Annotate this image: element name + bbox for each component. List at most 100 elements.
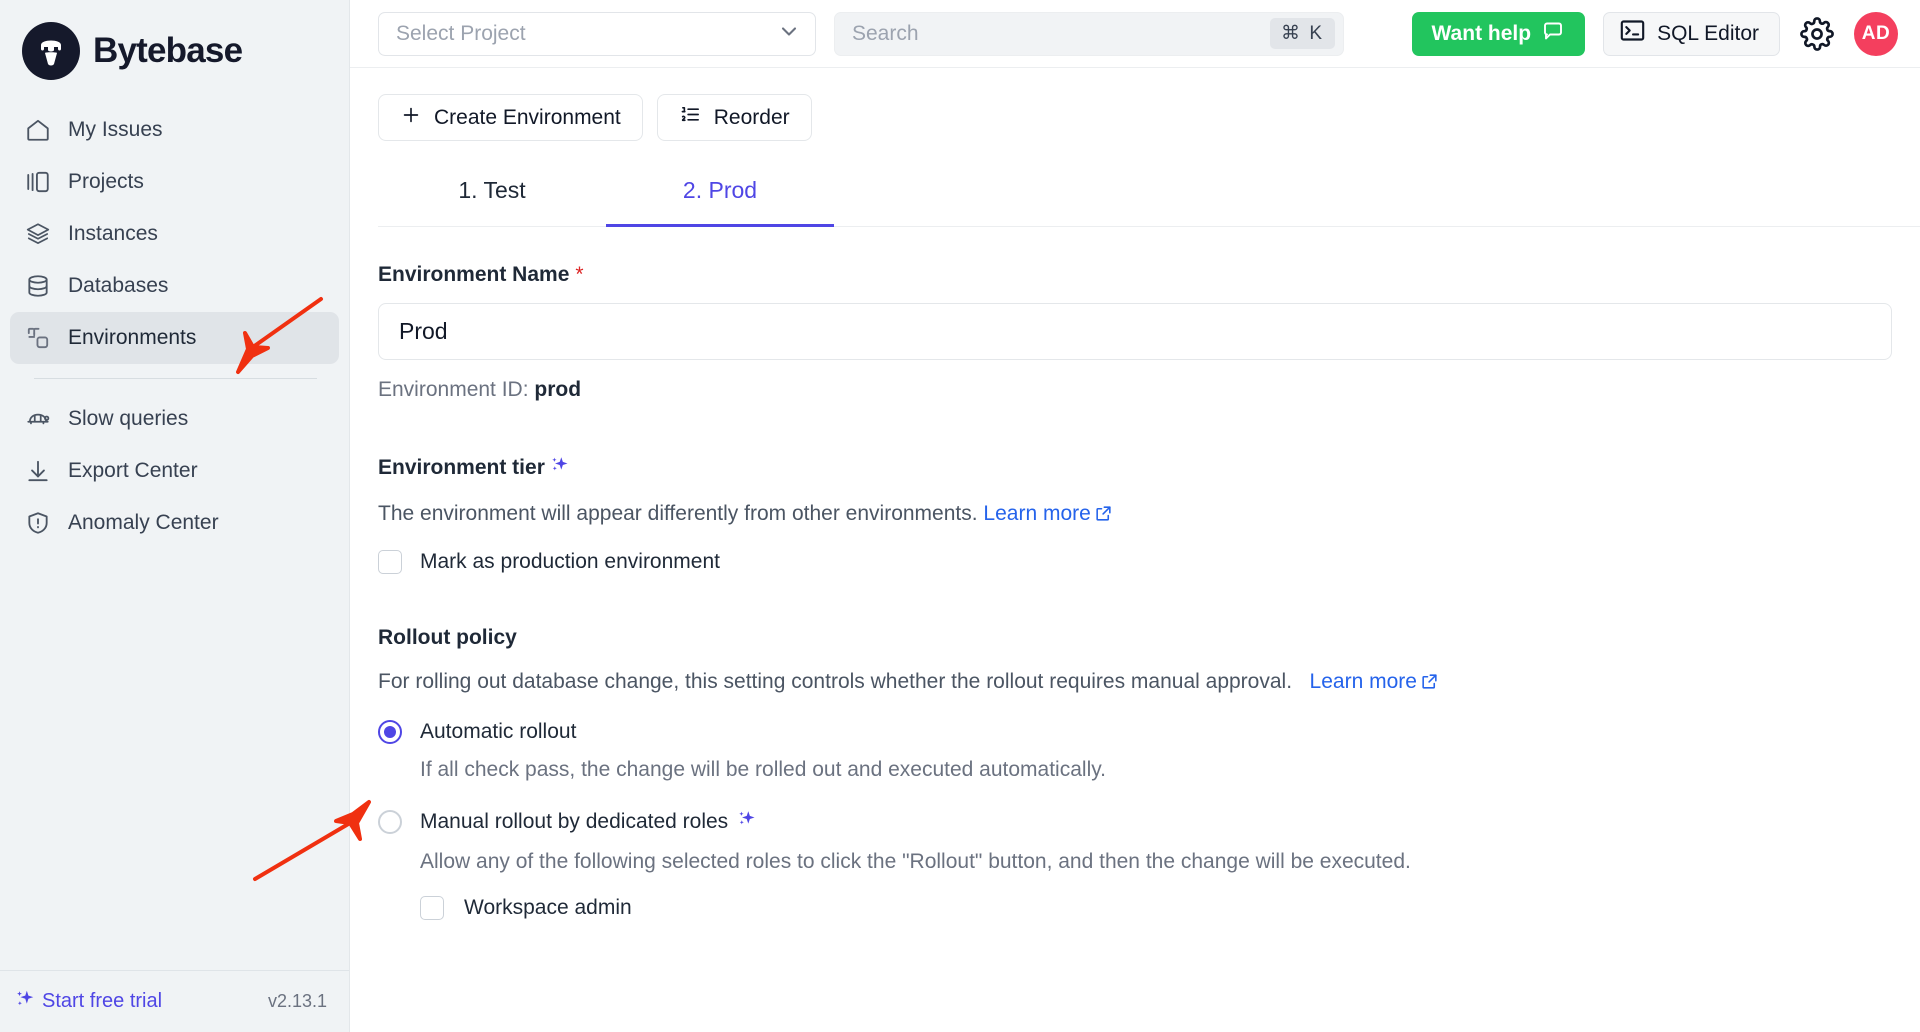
tab-prod[interactable]: 2. Prod	[606, 169, 834, 227]
environment-name-label-text: Environment Name	[378, 263, 570, 286]
sidebar-item-projects[interactable]: Projects	[10, 156, 339, 208]
search-shortcut-badge: ⌘ K	[1270, 18, 1335, 49]
project-select[interactable]: Select Project	[378, 11, 816, 56]
search-placeholder: Search	[852, 21, 919, 45]
role-row-workspace-admin: Workspace admin	[420, 896, 1892, 920]
sidebar-item-label: My Issues	[68, 118, 163, 141]
rollout-policy-section: Rollout policy For rolling out database …	[378, 626, 1892, 920]
sidebar-item-anomaly-center[interactable]: Anomaly Center	[10, 497, 339, 549]
tab-test[interactable]: 1. Test	[378, 169, 606, 227]
environment-id-note: Environment ID: prod	[378, 378, 1892, 402]
chat-bubble-icon	[1541, 19, 1565, 49]
mark-production-checkbox[interactable]	[378, 550, 402, 574]
radio-automatic-rollout[interactable]	[378, 720, 402, 744]
environment-id-prefix: Environment ID:	[378, 378, 535, 401]
sidebar-divider	[34, 378, 317, 379]
chevron-down-icon	[777, 19, 801, 48]
sidebar-item-label: Anomaly Center	[68, 511, 219, 534]
rollout-policy-learn-more-link[interactable]: Learn more	[1310, 670, 1439, 694]
manual-rollout-label[interactable]: Manual rollout by dedicated roles	[420, 808, 757, 836]
automatic-rollout-help: If all check pass, the change will be ro…	[420, 758, 1107, 781]
required-marker: *	[575, 263, 584, 286]
workspace-admin-checkbox[interactable]	[420, 896, 444, 920]
learn-more-label: Learn more	[983, 502, 1091, 525]
version-label: v2.13.1	[267, 991, 327, 1011]
gear-icon[interactable]	[1798, 15, 1836, 53]
sidebar-footer: Start free trial v2.13.1	[0, 970, 349, 1032]
reorder-button[interactable]: Reorder	[656, 94, 812, 141]
rollout-policy-description: For rolling out database change, this se…	[378, 670, 1892, 694]
sparkles-icon	[735, 808, 757, 836]
want-help-label: Want help	[1431, 21, 1532, 45]
layers-icon	[24, 220, 52, 248]
page-toolbar: Create Environment Reorder	[350, 68, 1920, 141]
topbar: Select Project Search ⌘ K Want help SQL …	[350, 0, 1920, 68]
brand[interactable]: Bytebase	[0, 0, 349, 98]
environment-tabs: 1. Test 2. Prod	[378, 169, 1920, 227]
reorder-label: Reorder	[713, 105, 790, 129]
avatar-initials: AD	[1861, 22, 1891, 44]
sidebar-item-export-center[interactable]: Export Center	[10, 445, 339, 497]
plus-icon	[400, 104, 422, 132]
environments-icon	[24, 324, 52, 352]
workspace-admin-label[interactable]: Workspace admin	[464, 896, 632, 920]
automatic-rollout-label[interactable]: Automatic rollout	[420, 720, 576, 744]
manual-rollout-row: Manual rollout by dedicated roles	[378, 808, 1892, 836]
external-link-icon	[1094, 504, 1113, 525]
sidebar: Bytebase My Issues Projects Instances Da…	[0, 0, 350, 1032]
environment-name-input[interactable]	[378, 303, 1892, 360]
rollout-policy-description-text: For rolling out database change, this se…	[378, 670, 1293, 693]
sparkles-icon	[14, 988, 36, 1016]
sql-editor-button[interactable]: SQL Editor	[1603, 11, 1780, 56]
environment-tier-description: The environment will appear differently …	[378, 502, 1892, 526]
radio-manual-rollout[interactable]	[378, 810, 402, 834]
learn-more-label: Learn more	[1309, 670, 1417, 693]
environment-tier-label-text: Environment tier	[378, 456, 545, 479]
sidebar-item-instances[interactable]: Instances	[10, 208, 339, 260]
external-link-icon	[1420, 672, 1439, 693]
manual-rollout-label-text: Manual rollout by dedicated roles	[420, 810, 729, 833]
turtle-icon	[24, 405, 52, 433]
start-free-trial-button[interactable]: Start free trial	[14, 988, 162, 1016]
sidebar-nav: My Issues Projects Instances Databases E…	[0, 98, 349, 549]
home-icon	[24, 116, 52, 144]
sidebar-item-label: Export Center	[68, 459, 198, 482]
rollout-policy-label: Rollout policy	[378, 626, 517, 649]
sidebar-item-slow-queries[interactable]: Slow queries	[10, 393, 339, 445]
projects-icon	[24, 168, 52, 196]
environment-tier-description-text: The environment will appear differently …	[378, 502, 978, 525]
sidebar-item-environments[interactable]: Environments	[10, 312, 339, 364]
create-environment-button[interactable]: Create Environment	[378, 94, 643, 141]
topbar-right-group: Want help SQL Editor AD	[1411, 11, 1898, 56]
main-area: Select Project Search ⌘ K Want help SQL …	[350, 0, 1920, 1032]
shield-icon	[24, 509, 52, 537]
sidebar-item-my-issues[interactable]: My Issues	[10, 104, 339, 156]
create-environment-label: Create Environment	[434, 105, 621, 129]
sparkles-icon	[548, 454, 570, 482]
automatic-rollout-row: Automatic rollout	[378, 720, 1892, 744]
sql-editor-label: SQL Editor	[1657, 21, 1759, 45]
sidebar-item-label: Environments	[68, 326, 197, 349]
project-select-placeholder: Select Project	[396, 21, 526, 45]
environment-id-value: prod	[534, 378, 582, 401]
want-help-button[interactable]: Want help	[1411, 11, 1586, 56]
manual-rollout-help: Allow any of the following selected role…	[420, 850, 1411, 873]
environment-tier-learn-more-link[interactable]: Learn more	[983, 502, 1112, 526]
list-ordered-icon	[679, 103, 702, 132]
mark-production-label[interactable]: Mark as production environment	[420, 550, 720, 574]
download-icon	[24, 457, 52, 485]
sidebar-item-label: Projects	[68, 170, 144, 193]
database-icon	[24, 272, 52, 300]
start-free-trial-label: Start free trial	[42, 990, 163, 1012]
environment-tier-label: Environment tier	[378, 454, 1892, 482]
environment-name-label: Environment Name *	[378, 263, 1892, 287]
sidebar-item-databases[interactable]: Databases	[10, 260, 339, 312]
search-input[interactable]: Search ⌘ K	[834, 11, 1344, 56]
brand-name: Bytebase	[93, 31, 243, 70]
sidebar-item-label: Databases	[68, 274, 169, 297]
avatar[interactable]: AD	[1854, 11, 1898, 56]
terminal-icon	[1619, 17, 1646, 50]
app-root: Bytebase My Issues Projects Instances Da…	[0, 0, 1920, 1032]
mark-production-row: Mark as production environment	[378, 550, 1892, 574]
